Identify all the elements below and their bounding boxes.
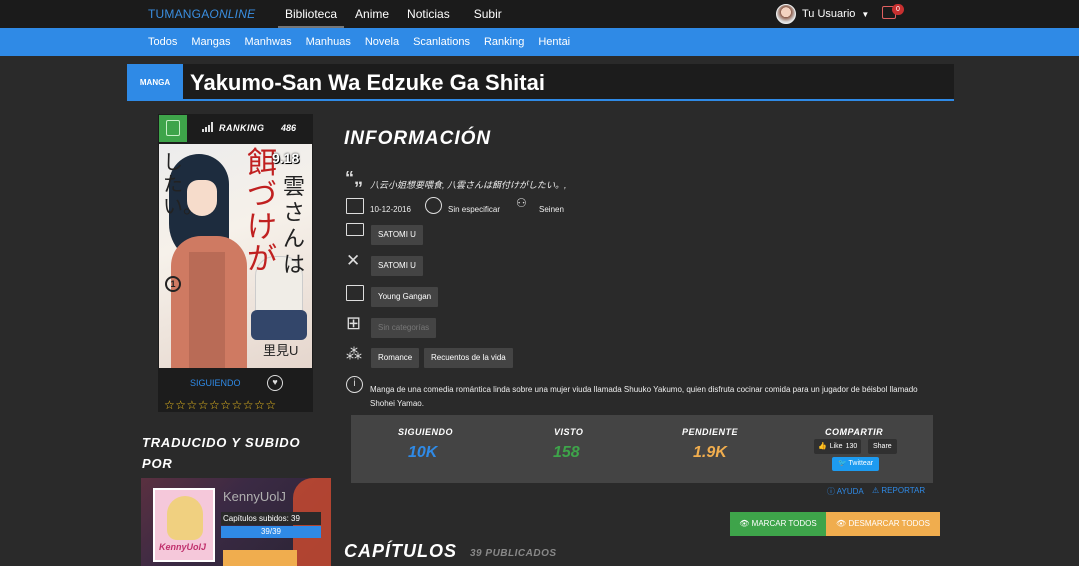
- share-label: COMPARTIR: [825, 427, 884, 437]
- quote-icon: “„: [345, 168, 363, 188]
- mark-all-button[interactable]: 👁 MARCAR TODOS: [730, 512, 826, 536]
- following-label: SIGUIENDO: [398, 427, 454, 437]
- uploader-action-button[interactable]: [223, 550, 297, 566]
- like-count: 130: [845, 443, 858, 450]
- uploaded-by-heading: TRADUCIDO Y SUBIDO POR: [142, 435, 301, 471]
- nav-anime[interactable]: Anime: [348, 0, 396, 28]
- subnav-manhuas[interactable]: Manhuas: [306, 36, 351, 48]
- subnav-ranking[interactable]: Ranking: [484, 36, 524, 48]
- cover-author: 里見U: [263, 343, 299, 358]
- user-name: Tu Usuario: [802, 8, 856, 20]
- calendar-icon: [346, 198, 364, 214]
- like-label: Like: [829, 443, 843, 450]
- uploader-card[interactable]: KennyUolJ KennyUolJ Capítulos subidos: 3…: [141, 478, 331, 566]
- nav-noticias[interactable]: Noticias: [400, 0, 457, 28]
- magazine-icon: [346, 285, 364, 301]
- subnav-mangas[interactable]: Mangas: [191, 36, 230, 48]
- info-icon: i: [346, 376, 363, 393]
- genre-tag-slice-of-life[interactable]: Recuentos de la vida: [424, 348, 513, 368]
- heart-icon[interactable]: ♥: [267, 375, 283, 391]
- help-label: AYUDA: [836, 487, 864, 496]
- genres-icon: ⁂: [346, 346, 362, 363]
- upload-progress: 39/39: [221, 526, 321, 538]
- report-label: REPORTAR: [881, 486, 926, 495]
- description: Manga de una comedia romántica linda sob…: [370, 385, 918, 408]
- tweet-label: Twittear: [848, 460, 874, 467]
- seen-label: VISTO: [554, 427, 584, 437]
- stats-box: SIGUIENDO 10K VISTO 158 PENDIENTE 1.9K C…: [351, 415, 933, 483]
- uploader-avatar: KennyUolJ: [153, 488, 215, 562]
- magazine-tag[interactable]: Young Gangan: [371, 287, 439, 307]
- subnav-manhwas[interactable]: Manhwas: [245, 36, 292, 48]
- chapters-count: 39 PUBLICADOS: [470, 548, 557, 559]
- mark-all-label: MARCAR TODOS: [751, 519, 817, 528]
- chapters-heading: CAPÍTULOS: [344, 541, 458, 561]
- chevron-down-icon: ▼: [861, 9, 870, 19]
- notification-badge: 0: [892, 4, 904, 15]
- cover-title-red: 餌づけが: [247, 147, 277, 276]
- ranking-icon: [202, 122, 214, 132]
- unmark-all-label: DESMARCAR TODOS: [848, 519, 930, 528]
- ranking-value: 486: [281, 123, 297, 133]
- author-card-icon: [346, 223, 364, 236]
- release-date: 10-12-2016: [370, 205, 411, 214]
- author-tag[interactable]: SATOMI U: [371, 225, 423, 245]
- check-icon[interactable]: [159, 115, 187, 142]
- cover-card: RANKING 486 したい。 餌づけが 雲さんは 1 里見U 9.18 SI…: [158, 114, 313, 412]
- demographic: Seinen: [539, 205, 564, 214]
- unmark-all-button[interactable]: 👁 DESMARCAR TODOS: [826, 512, 940, 536]
- title-bar: MANGA Yakumo-San Wa Edzuke Ga Shitai: [127, 64, 954, 101]
- top-navbar: TUMANGAONLINE Biblioteca Anime Noticias …: [0, 0, 1079, 28]
- report-link[interactable]: ⚠ REPORTAR: [872, 486, 925, 495]
- category-navbar: Todos Mangas Manhwas Manhuas Novela Scan…: [0, 28, 1079, 56]
- nav-subir[interactable]: Subir: [467, 0, 509, 28]
- pending-count: 1.9K: [693, 444, 727, 461]
- periodicity: Sin especificar: [448, 205, 501, 214]
- alternative-names: 八云小姐想要喂食, 八雲さんは餌付けがしたい。,: [370, 180, 567, 190]
- rating-stars[interactable]: ☆☆☆☆☆☆☆☆☆☆: [164, 398, 277, 412]
- facebook-like-button[interactable]: 👍 Like 130: [814, 439, 862, 454]
- cover-header: RANKING 486: [158, 114, 313, 142]
- like-icon: 👍: [818, 443, 827, 450]
- main-nav: Biblioteca Anime Noticias Subir: [278, 0, 513, 28]
- clock-icon: [425, 197, 442, 214]
- info-heading: INFORMACIÓN: [344, 128, 492, 149]
- genre-tag-romance[interactable]: Romance: [371, 348, 420, 368]
- score: 9.18: [272, 150, 300, 166]
- page-title: Yakumo-San Wa Edzuke Ga Shitai: [190, 70, 545, 95]
- artist-brush-icon: ✕: [346, 251, 361, 270]
- help-link[interactable]: ⓘ AYUDA: [827, 486, 864, 497]
- nav-biblioteca[interactable]: Biblioteca: [278, 0, 345, 28]
- type-badge: MANGA: [127, 64, 183, 101]
- facebook-share-button[interactable]: Share: [868, 439, 897, 454]
- ranking-label: RANKING: [219, 123, 265, 133]
- cover-title-jp-2: 雲さんは: [283, 174, 306, 277]
- tweet-button[interactable]: 🐦 Twittear: [832, 457, 880, 471]
- following-button[interactable]: SIGUIENDO: [190, 378, 241, 388]
- site-logo[interactable]: TUMANGAONLINE: [148, 7, 255, 21]
- seen-count: 158: [553, 444, 580, 461]
- avatar: [776, 4, 796, 24]
- cover-title-jp: したい。: [163, 152, 203, 218]
- cover-image: したい。 餌づけが 雲さんは 1 里見U 9.18: [159, 144, 312, 368]
- uploader-name[interactable]: KennyUolJ: [223, 489, 286, 504]
- follow-row: SIGUIENDO ♥: [158, 372, 313, 394]
- demographic-icon: ⚇: [516, 196, 527, 210]
- subnav-todos[interactable]: Todos: [148, 36, 177, 48]
- categories-grid-icon: ⊞: [346, 313, 362, 333]
- subnav-novela[interactable]: Novela: [365, 36, 399, 48]
- artist-tag[interactable]: SATOMI U: [371, 256, 423, 276]
- volume-number: 1: [165, 276, 181, 292]
- subnav-hentai[interactable]: Hentai: [538, 36, 570, 48]
- user-menu[interactable]: Tu Usuario ▼: [776, 4, 869, 24]
- subnav-scanlations[interactable]: Scanlations: [413, 36, 470, 48]
- categories-tag: Sin categorías: [371, 318, 437, 338]
- uploader-avatar-text: KennyUolJ: [159, 542, 207, 552]
- uploaded-chapters: Capítulos subidos: 39: [221, 512, 321, 525]
- following-count: 10K: [408, 444, 438, 461]
- pending-label: PENDIENTE: [682, 427, 739, 437]
